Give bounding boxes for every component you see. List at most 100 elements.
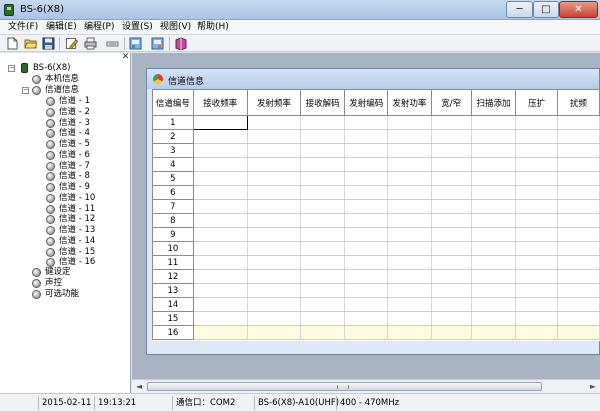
grid-cell[interactable] [430,199,472,214]
grid-cell[interactable] [192,269,248,284]
grid-cell[interactable] [557,297,600,312]
tree-item-optional-features[interactable]: 可选功能 [0,289,120,300]
row-number[interactable]: 10 [152,241,194,256]
grid-cell[interactable] [515,199,559,214]
grid-cell[interactable] [387,311,432,326]
grid-cell[interactable] [246,297,301,312]
grid-cell[interactable] [387,227,432,242]
grid-cell[interactable] [246,227,301,242]
grid-cell[interactable] [192,171,248,186]
grid-cell[interactable] [246,129,301,144]
tree-item-channel-7[interactable]: 信道 - 7 [0,161,120,172]
grid-cell[interactable] [246,311,301,326]
grid-cell[interactable] [557,157,600,172]
grid-cell[interactable] [299,199,346,214]
grid-cell[interactable] [557,115,600,130]
grid-cell[interactable] [344,171,389,186]
grid-cell[interactable] [387,185,432,200]
grid-cell[interactable] [470,115,517,130]
grid-cell[interactable] [470,143,517,158]
grid-cell[interactable] [430,325,472,340]
tree-item-channel-2[interactable]: 信道 - 2 [0,107,120,118]
grid-cell[interactable] [192,213,248,228]
grid-cell[interactable] [515,129,559,144]
grid-cell[interactable] [192,199,248,214]
grid-cell[interactable] [430,297,472,312]
grid-cell[interactable] [246,325,301,340]
grid-cell[interactable] [430,171,472,186]
minimize-button[interactable]: ─ [506,1,533,18]
grid-cell[interactable] [192,283,248,298]
column-header-8[interactable]: 压扩 [515,89,559,116]
column-header-4[interactable]: 发射编码 [344,89,389,116]
grid-cell[interactable] [557,199,600,214]
grid-cell[interactable] [387,213,432,228]
grid-cell[interactable] [430,157,472,172]
row-number[interactable]: 3 [152,143,194,158]
tree-item-channel-3[interactable]: 信道 - 3 [0,118,120,129]
grid-cell[interactable] [246,171,301,186]
grid-cell[interactable] [246,185,301,200]
grid-cell[interactable] [515,297,559,312]
grid-cell[interactable] [470,325,517,340]
grid-cell[interactable] [430,227,472,242]
grid-cell[interactable] [344,297,389,312]
grid-cell[interactable] [344,199,389,214]
grid-cell[interactable] [515,255,559,270]
row-number[interactable]: 15 [152,311,194,326]
grid-cell[interactable] [430,115,472,130]
grid-cell[interactable] [387,129,432,144]
grid-cell[interactable] [192,227,248,242]
row-number[interactable]: 7 [152,199,194,214]
grid-cell[interactable] [430,241,472,256]
grid-cell[interactable] [344,185,389,200]
write-radio-icon[interactable] [129,37,142,50]
row-number[interactable]: 6 [152,185,194,200]
grid-cell[interactable] [192,143,248,158]
grid-cell[interactable] [192,325,248,340]
grid-cell[interactable] [192,255,248,270]
scroll-thumb[interactable] [147,382,542,391]
grid-cell[interactable] [246,255,301,270]
row-number[interactable]: 14 [152,297,194,312]
grid-cell[interactable] [557,185,600,200]
grid-cell[interactable] [299,325,346,340]
grid-cell[interactable] [515,283,559,298]
grid-cell[interactable] [470,199,517,214]
menu-file[interactable]: 文件(F) [7,21,39,34]
menu-help[interactable]: 帮助(H) [196,21,230,34]
grid-cell[interactable] [246,283,301,298]
grid-cell[interactable] [387,325,432,340]
grid-cell[interactable] [344,325,389,340]
grid-cell[interactable] [299,255,346,270]
grid-cell[interactable] [344,269,389,284]
print-icon[interactable] [84,37,97,50]
grid-cell[interactable] [470,241,517,256]
grid-cell[interactable] [299,171,346,186]
grid-cell[interactable] [470,171,517,186]
grid-cell[interactable] [557,129,600,144]
grid-cell[interactable] [344,143,389,158]
grid-cell[interactable] [387,297,432,312]
grid-cell[interactable] [246,143,301,158]
grid-cell[interactable] [246,199,301,214]
grid-cell[interactable] [515,157,559,172]
grid-cell[interactable] [557,227,600,242]
grid-cell[interactable] [387,255,432,270]
close-button[interactable]: ✕ [559,1,598,18]
grid-cell[interactable] [557,213,600,228]
menu-program[interactable]: 编程(P) [83,21,115,34]
grid-cell[interactable] [344,129,389,144]
grid-cell[interactable] [387,157,432,172]
grid-cell[interactable] [387,171,432,186]
grid-cell[interactable] [557,269,600,284]
grid-cell[interactable] [515,311,559,326]
grid-cell[interactable] [387,241,432,256]
grid-cell[interactable] [299,115,346,130]
grid-cell[interactable] [344,311,389,326]
column-header-7[interactable]: 扫描添加 [470,89,517,116]
grid-cell[interactable] [515,171,559,186]
grid-cell[interactable] [387,199,432,214]
row-number[interactable]: 16 [152,325,194,340]
column-header-3[interactable]: 接收解码 [299,89,346,116]
